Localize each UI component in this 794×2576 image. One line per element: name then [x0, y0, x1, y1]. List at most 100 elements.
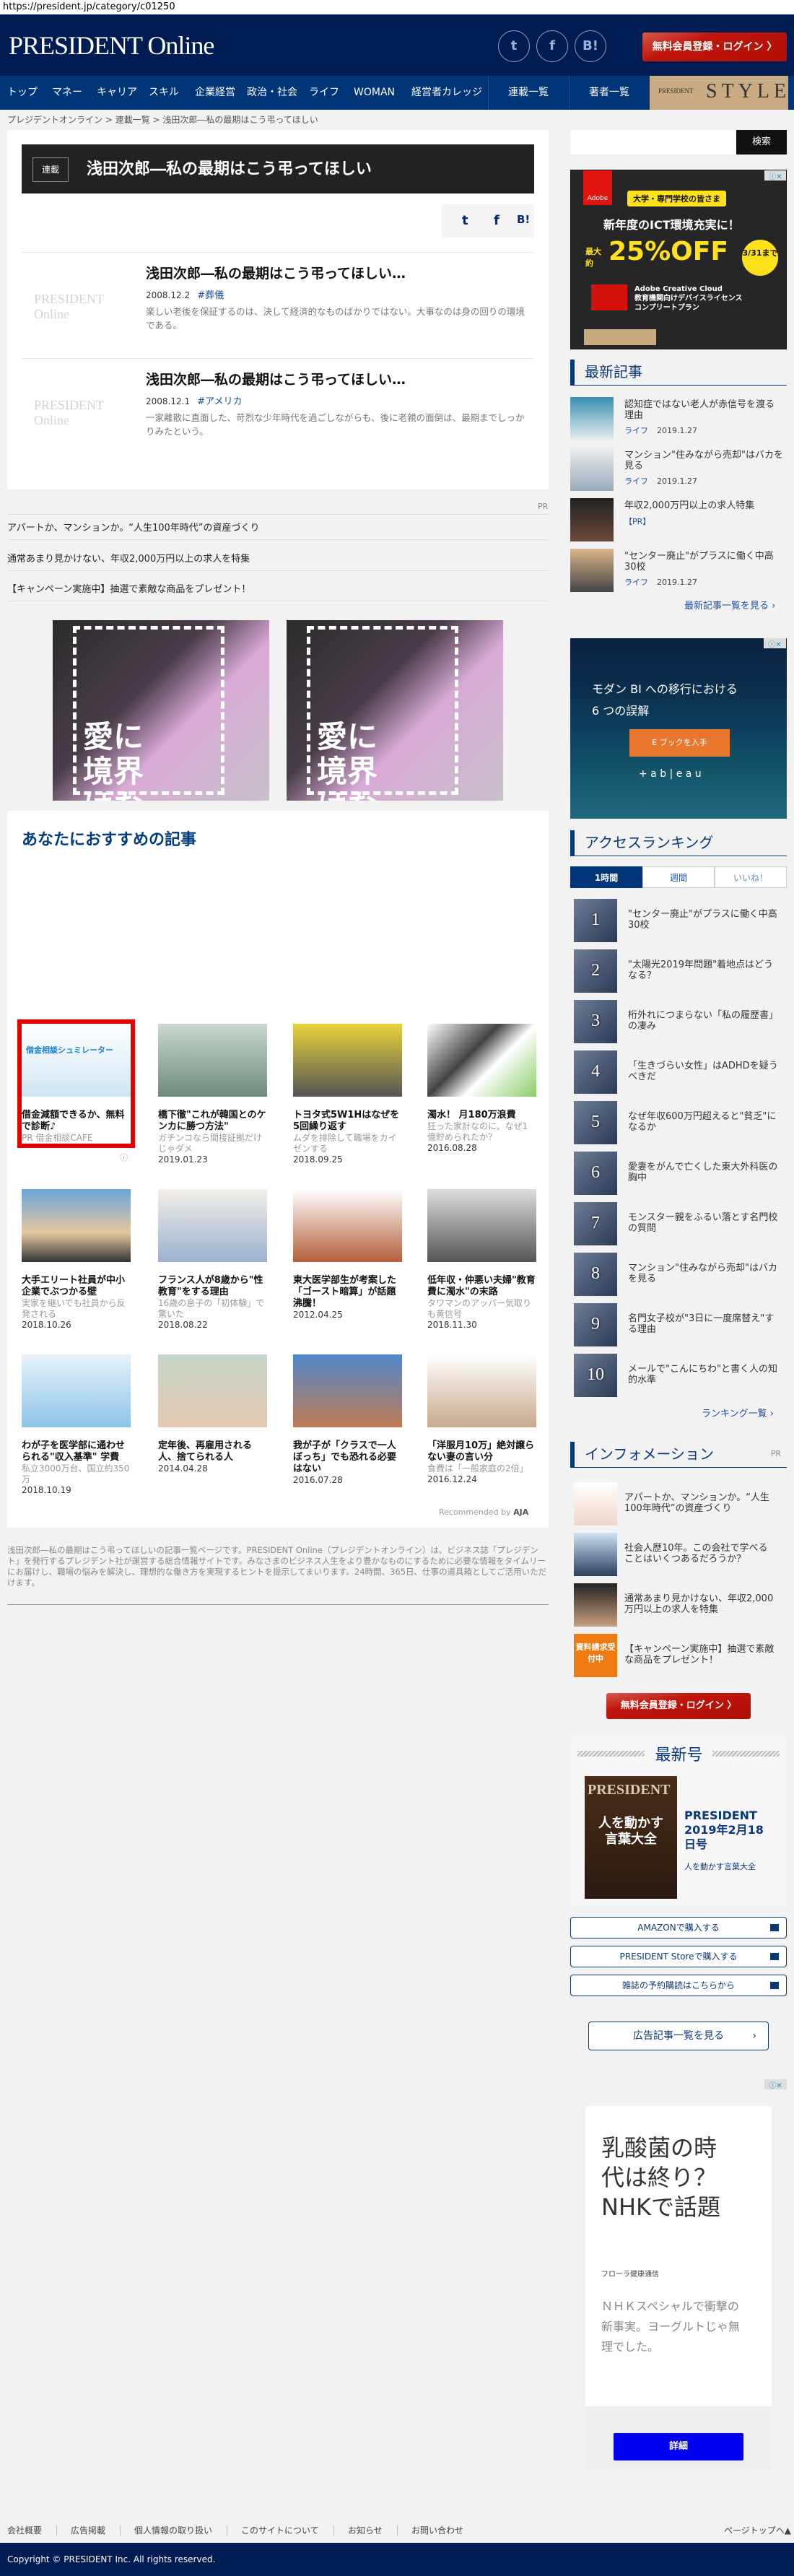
latest-item[interactable]: "センター廃止"がプラスに働く中高30校 ライフ 2019.1.27 [570, 549, 787, 592]
ad-banner[interactable]: 愛に境界はない [53, 620, 269, 801]
article-title[interactable]: 浅田次郎―私の最期はこう弔ってほしい… [146, 263, 406, 282]
info-item[interactable]: 社会人歴10年。この会社で学べることはいくつあるだろうか？ [574, 1533, 787, 1576]
latest-item[interactable]: 年収2,000万円以上の求人特集 【PR】 [570, 498, 787, 541]
breadcrumb-home[interactable]: プレジデントオンライン [7, 115, 102, 125]
footer-link[interactable]: お問い合わせ [411, 2524, 463, 2536]
recommend-card[interactable]: 橋下徹"これが韓国とのケンカに勝つ方法" ガチンコなら間接証拠だけじゃダメ 20… [158, 1024, 267, 1165]
ranking-item[interactable]: 3 桁外れにつまらない「私の履歴書」の凄み [574, 1000, 787, 1043]
breadcrumb-serial[interactable]: 連載一覧 [115, 115, 150, 125]
ranking-item[interactable]: 4 「生きづらい女性」はADHDを疑うべきだ [574, 1050, 787, 1094]
store-button[interactable]: PRESIDENT Storeで購入する [570, 1946, 787, 1967]
issue-name[interactable]: PRESIDENT 2019年2月18日号 [684, 1809, 771, 1852]
info-item[interactable]: 通常あまり見かけない、年収2,000万円以上の求人を特集 [574, 1583, 787, 1627]
recommend-card[interactable]: 我が子が「クラスで一人ぼっち」でも恐れる必要はない 2016.07.28 [293, 1354, 402, 1486]
info-icon[interactable]: ⓘ [120, 1152, 128, 1163]
ranking-item[interactable]: 8 マンション"住みながら売却"はバカを見る [574, 1253, 787, 1296]
footer-link[interactable]: 広告掲載 [71, 2524, 105, 2536]
aja-logo[interactable]: AJA [513, 1507, 528, 1517]
latest-item[interactable]: 認知症ではない老人が赤信号を渡る理由 ライフ 2019.1.27 [570, 397, 787, 440]
ad-cta-button[interactable]: E ブックを入手 [629, 729, 730, 757]
nav-college[interactable]: 経営者カレッジ [411, 76, 482, 110]
ad-tableau[interactable]: モダン BI への移行における 6 つの誤解 E ブックを入手 + a b | … [570, 638, 787, 819]
nav-serial[interactable]: 連載一覧 [508, 76, 549, 110]
ad-articles-button[interactable]: 広告記事一覧を見る › [588, 2022, 769, 2050]
facebook-share-icon[interactable]: f [494, 213, 499, 228]
pr-link[interactable]: 通常あまり見かけない、年収2,000万円以上の求人を特集 [7, 548, 549, 571]
latest-meta: 【PR】 [624, 515, 659, 527]
recommend-card[interactable]: 低年収・仲悪い夫婦"教育費に濁水"の末路 タワマンのアッパー気取りも黄信号 20… [427, 1189, 536, 1331]
tab-hourly[interactable]: 1時間 [570, 866, 642, 888]
hatena-icon[interactable]: B! [575, 30, 606, 62]
info-item[interactable]: 資料請求受付中 【キャンペーン実施中】抽選で素敵な商品をプレゼント！ [574, 1634, 787, 1677]
info-title: 社会人歴10年。この会社で学べることはいくつあるだろうか？ [624, 1543, 768, 1565]
ranking-more-link[interactable]: ランキング一覧 › [702, 1406, 774, 1419]
adchoices-icon[interactable]: ⓘ✕ [764, 2079, 787, 2090]
ranking-item[interactable]: 5 なぜ年収600万円超えると"貧乏"になるか [574, 1101, 787, 1144]
recommend-card[interactable]: 定年後、再雇用される人、捨てられる人 2014.04.28 [158, 1354, 267, 1474]
magazine-cover[interactable]: PRESIDENT 人を動かす言葉大全 [585, 1776, 677, 1899]
adchoices-icon[interactable]: ⓘ✕ [764, 170, 786, 181]
login-button[interactable]: 無料会員登録・ログイン 〉 [606, 1693, 751, 1719]
nav-management[interactable]: 企業経営 [195, 76, 235, 110]
footer-link[interactable]: お知らせ [348, 2524, 383, 2536]
ranking-item[interactable]: 6 愛妻をがんで亡くした東大外科医の胸中 [574, 1152, 787, 1195]
nav-woman[interactable]: WOMAN [354, 76, 395, 110]
facebook-icon[interactable]: f [536, 30, 568, 62]
search-input[interactable] [570, 130, 736, 155]
recommend-card[interactable]: わが子を医学部に通わせられる"収入基準" 学費 私立3000万台、国立約350万… [22, 1354, 131, 1496]
ranking-thumbnail: 9 [574, 1303, 617, 1346]
adchoices-icon[interactable]: ⓘ✕ [764, 638, 786, 649]
ad-banner[interactable]: 愛に境界はない [287, 620, 503, 801]
nav-top[interactable]: トップ [7, 76, 38, 110]
latest-more-link[interactable]: 最新記事一覧を見る › [684, 598, 775, 612]
thumbnail-placeholder[interactable]: PRESIDENT Online [34, 292, 128, 322]
info-item[interactable]: アパートか、マンションか。“人生100年時代”の資産づくり [574, 1482, 787, 1526]
latest-item[interactable]: マンション"住みながら売却"はバカを見る ライフ 2019.1.27 [570, 448, 787, 491]
ranking-item[interactable]: 1 "センター廃止"がプラスに働く中高30校 [574, 899, 787, 942]
recommend-card[interactable]: 大手エリート社員が中小企業でぶつかる壁 実家を継いでも社員から反発される 201… [22, 1189, 131, 1331]
thumbnail-placeholder[interactable]: PRESIDENT Online [34, 398, 128, 428]
subscribe-button[interactable]: 雑誌の予約購読はこちらから [570, 1975, 787, 1996]
footer-link[interactable]: このサイトについて [241, 2524, 319, 2536]
tab-likes[interactable]: いいね！ [715, 866, 787, 888]
divider [333, 2525, 334, 2536]
page-top-link[interactable]: ページトップへ▲ [724, 2524, 791, 2536]
ranking-item[interactable]: 9 名門女子校が"3日に一度席替え"する理由 [574, 1303, 787, 1346]
site-logo[interactable]: PRESIDENT Online [9, 30, 214, 61]
amazon-button[interactable]: AMAZONで購入する [570, 1917, 787, 1938]
login-button[interactable]: 無料会員登録・ログイン 〉 [642, 32, 787, 61]
article-tag[interactable]: #アメリカ [197, 396, 242, 407]
recommend-card[interactable]: フランス人が8歳から"性教育"をする理由 16歳の息子の「初体験」で驚いた 20… [158, 1189, 267, 1331]
article-title[interactable]: 浅田次郎―私の最期はこう弔ってほしい… [146, 369, 406, 388]
card-image [293, 1354, 402, 1427]
footer-link[interactable]: 個人情報の取り扱い [134, 2524, 212, 2536]
ad-adobe[interactable]: Adobe 大学・専門学校の皆さま 新年度のICT環境充実に！ 最大約 25%O… [570, 170, 787, 349]
president-style-link[interactable]: PRESIDENT STYLE [650, 76, 788, 110]
nav-authors[interactable]: 著者一覧 [589, 76, 629, 110]
twitter-icon[interactable]: t [498, 30, 530, 62]
recommend-card[interactable]: 濁水！ 月180万浪費 狂った家計なのに、なぜ1億貯められたか？ 2016.08… [427, 1024, 536, 1154]
article-tag[interactable]: #葬儀 [197, 290, 224, 301]
nav-skill[interactable]: スキル [149, 76, 179, 110]
recommend-card[interactable]: 「洋服月10万」絶対譲らない妻の言い分 食費は「一般家庭の2倍」 2016.12… [427, 1354, 536, 1485]
footer-link[interactable]: 会社概要 [7, 2524, 42, 2536]
pr-link[interactable]: 【キャンペーン実施中】抽選で素敵な商品をプレゼント！ [7, 578, 549, 601]
ad-cta-button[interactable]: 詳細 [614, 2433, 743, 2460]
twitter-share-icon[interactable]: t [462, 213, 468, 228]
latest-title: 認知症ではない老人が赤信号を渡る理由 [624, 399, 775, 421]
recommend-card[interactable]: 借金相談シュミレーター 借金減額できるか、無料で診断♪ PR 借金相談CAFE … [17, 1019, 135, 1162]
nav-career[interactable]: キャリア [97, 76, 137, 110]
nav-politics[interactable]: 政治・社会 [247, 76, 297, 110]
ranking-item[interactable]: 10 メールで"こんにちわ"と書く人の知的水準 [574, 1354, 787, 1397]
tab-weekly[interactable]: 週間 [642, 866, 715, 888]
nav-money[interactable]: マネー [52, 76, 82, 110]
ranking-item[interactable]: 2 "太陽光2019年問題"着地点はどうなる？ [574, 949, 787, 993]
hatena-share-icon[interactable]: B! [517, 213, 530, 226]
recommend-card[interactable]: トヨタ式5W1Hはなぜを5回繰り返す ムダを排除して職場をカイゼンする 2018… [293, 1024, 402, 1165]
recommend-card[interactable]: 東大医学部生が考案した「ゴースト暗算」が話題沸騰！ 2012.04.25 [293, 1189, 402, 1320]
pr-link[interactable]: アパートか、マンションか。“人生100年時代”の資産づくり [7, 517, 549, 540]
ranking-item[interactable]: 7 モンスター親をふるい落とす名門校の質問 [574, 1202, 787, 1245]
nav-life[interactable]: ライフ [309, 76, 339, 110]
ad-nhk[interactable]: 乳酸菌の時代は終り？NHKで話題 フローラ健康通信 ＮＨＫスペシャルで衝撃の新事… [585, 2106, 772, 2469]
search-button[interactable]: 検索 [736, 130, 787, 155]
